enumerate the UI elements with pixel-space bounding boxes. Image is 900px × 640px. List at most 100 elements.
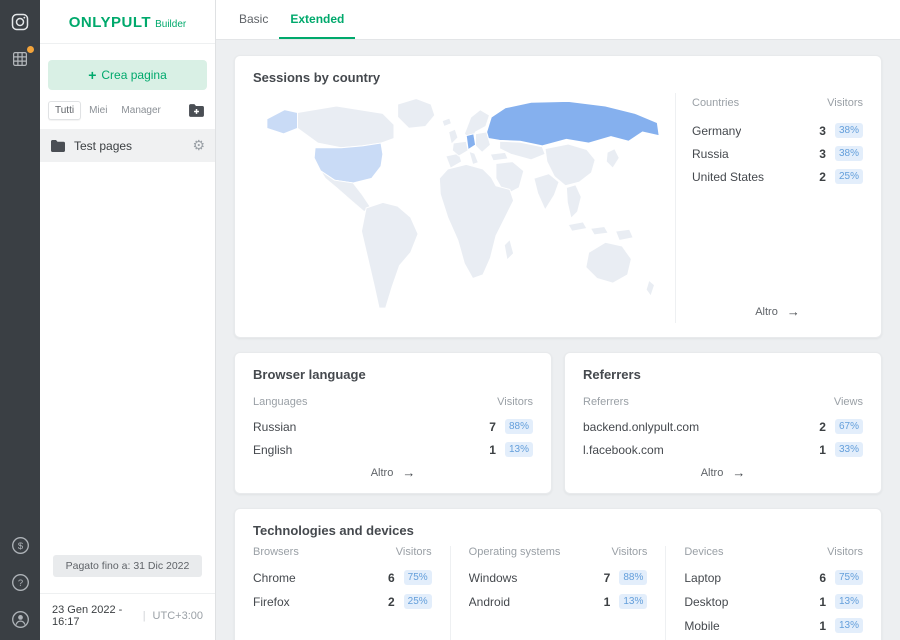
filter-tab-tutti[interactable]: Tutti bbox=[48, 101, 81, 120]
pages-filter-row: Tutti Miei Manager bbox=[40, 90, 215, 129]
row-value: 1 bbox=[488, 443, 496, 457]
icon-sidebar-bottom: $ ? bbox=[9, 534, 31, 630]
row-value: 2 bbox=[818, 170, 826, 184]
arrow-right-icon: → bbox=[402, 465, 415, 480]
country-indonesia-east[interactable] bbox=[591, 227, 609, 235]
altro-link[interactable]: Altro → bbox=[253, 465, 533, 484]
table-header: Countries Visitors bbox=[692, 97, 863, 109]
percent-badge: 25% bbox=[404, 594, 432, 609]
country-japan[interactable] bbox=[606, 149, 619, 168]
create-page-button[interactable]: + Crea pagina bbox=[48, 60, 207, 90]
row-value: 7 bbox=[602, 571, 610, 585]
percent-badge: 38% bbox=[835, 123, 863, 138]
sessions-table: Countries Visitors Germany 3 38% Russia bbox=[675, 93, 863, 323]
country-united-kingdom[interactable] bbox=[449, 129, 458, 144]
row-value: 3 bbox=[818, 147, 826, 161]
row-values: 3 38% bbox=[818, 146, 863, 161]
row-label: Germany bbox=[692, 124, 741, 138]
sessions-by-country-card: Sessions by country bbox=[234, 55, 882, 338]
country-canada[interactable] bbox=[298, 106, 394, 148]
col-languages: Languages bbox=[253, 396, 307, 408]
altro-label: Altro bbox=[371, 467, 394, 479]
technologies-card: Technologies and devices Browsers Visito… bbox=[234, 508, 882, 640]
billing-icon[interactable]: $ bbox=[9, 534, 31, 556]
country-alaska[interactable] bbox=[267, 110, 298, 134]
row-label: Mobile bbox=[684, 619, 719, 633]
row-value: 6 bbox=[818, 571, 826, 585]
card-title: Referrers bbox=[583, 367, 863, 382]
svg-text:$: $ bbox=[17, 541, 23, 552]
country-new-zealand[interactable] bbox=[646, 280, 654, 296]
country-australia[interactable] bbox=[586, 242, 631, 283]
table-header: Referrers Views bbox=[583, 396, 863, 408]
account-icon[interactable] bbox=[9, 608, 31, 630]
table-row: Russian 7 88% bbox=[253, 419, 533, 434]
altro-link[interactable]: Altro → bbox=[692, 304, 863, 323]
country-madagascar[interactable] bbox=[504, 240, 513, 260]
col-visitors: Visitors bbox=[827, 546, 863, 558]
country-iceland[interactable] bbox=[442, 118, 451, 126]
camera-icon[interactable] bbox=[9, 11, 31, 33]
table-row: Mobile 1 13% bbox=[684, 618, 863, 633]
country-india[interactable] bbox=[534, 174, 559, 210]
country-russia[interactable] bbox=[487, 101, 659, 146]
table-header: Browsers Visitors bbox=[253, 546, 432, 558]
row-value: 2 bbox=[387, 595, 395, 609]
row-values: 6 75% bbox=[818, 570, 863, 585]
row-label: United States bbox=[692, 170, 764, 184]
add-folder-icon[interactable] bbox=[188, 103, 205, 118]
table-header: Languages Visitors bbox=[253, 396, 533, 408]
camera-icon-svg bbox=[10, 12, 30, 32]
folder-label: Test pages bbox=[74, 139, 132, 153]
row-label: Windows bbox=[469, 571, 518, 585]
percent-badge: 67% bbox=[835, 419, 863, 434]
col-operating-systems: Operating systems bbox=[469, 546, 561, 558]
percent-badge: 88% bbox=[619, 570, 647, 585]
icon-sidebar: $ ? bbox=[0, 0, 40, 640]
row-label: English bbox=[253, 443, 292, 457]
add-folder-icon-svg bbox=[188, 103, 205, 118]
country-southeast-asia[interactable] bbox=[566, 185, 581, 218]
filter-tab-miei[interactable]: Miei bbox=[83, 102, 113, 119]
col-visitors: Visitors bbox=[497, 396, 533, 408]
col-views: Views bbox=[834, 396, 863, 408]
current-datetime: 23 Gen 2022 - 16:17 bbox=[52, 604, 136, 628]
row-value: 1 bbox=[818, 595, 826, 609]
row-values: 7 88% bbox=[488, 419, 533, 434]
country-indonesia-west[interactable] bbox=[568, 222, 587, 231]
tab-basic[interactable]: Basic bbox=[228, 12, 279, 39]
percent-badge: 13% bbox=[505, 442, 533, 457]
altro-link[interactable]: Altro → bbox=[583, 465, 863, 484]
altro-label: Altro bbox=[755, 306, 778, 318]
row-label: l.facebook.com bbox=[583, 443, 664, 457]
col-browsers: Browsers bbox=[253, 546, 299, 558]
filter-tab-manager[interactable]: Manager bbox=[115, 102, 166, 119]
percent-badge: 13% bbox=[835, 594, 863, 609]
country-greenland[interactable] bbox=[398, 99, 435, 129]
table-row: Chrome 6 75% bbox=[253, 570, 432, 585]
logo: ONLYPULT Builder bbox=[40, 0, 215, 44]
gear-icon[interactable]: ⚙ bbox=[192, 137, 205, 154]
analytics-tabs: Basic Extended bbox=[216, 0, 900, 40]
row-label: Desktop bbox=[684, 595, 728, 609]
country-south-america[interactable] bbox=[361, 202, 418, 308]
percent-badge: 75% bbox=[404, 570, 432, 585]
world-map[interactable] bbox=[253, 93, 675, 323]
country-turkey[interactable] bbox=[490, 152, 508, 160]
folder-test-pages[interactable]: Test pages ⚙ bbox=[40, 129, 215, 162]
col-visitors: Visitors bbox=[827, 97, 863, 109]
row-value: 6 bbox=[387, 571, 395, 585]
tab-extended[interactable]: Extended bbox=[279, 12, 355, 39]
divider: | bbox=[143, 610, 146, 622]
technologies-columns: Browsers Visitors Chrome 6 75% Firefox bbox=[253, 546, 863, 640]
row-label: Laptop bbox=[684, 571, 721, 585]
col-visitors: Visitors bbox=[611, 546, 647, 558]
country-italy[interactable] bbox=[469, 151, 478, 164]
help-icon[interactable]: ? bbox=[9, 571, 31, 593]
table-row: Desktop 1 13% bbox=[684, 594, 863, 609]
country-germany[interactable] bbox=[466, 134, 475, 150]
country-new-guinea[interactable] bbox=[616, 229, 634, 240]
builder-grid-icon[interactable] bbox=[9, 48, 31, 70]
table-row: Germany 3 38% bbox=[692, 123, 863, 138]
main-content: Basic Extended Sessions by country bbox=[216, 0, 900, 640]
